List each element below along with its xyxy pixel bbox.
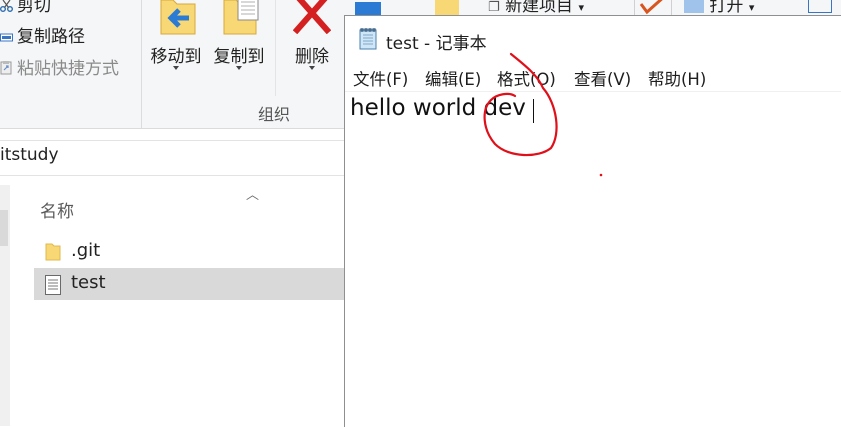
- checkmark-icon: [639, 0, 663, 15]
- window-icon-behind: [355, 2, 381, 15]
- folder-icon: [435, 0, 459, 15]
- select-all-icon[interactable]: [808, 0, 832, 13]
- file-row-git[interactable]: .git: [34, 236, 344, 268]
- red-annotation-circle: [483, 52, 603, 177]
- ribbon-divider: [275, 0, 276, 96]
- open-label: 打开: [709, 0, 744, 16]
- file-name: .git: [71, 240, 101, 261]
- chevron-down-icon: [236, 66, 242, 70]
- copy-path-icon: [0, 28, 13, 42]
- file-row-test[interactable]: test: [34, 268, 344, 300]
- open-button[interactable]: 打开 ▾: [684, 0, 754, 16]
- organize-group-label: 组织: [258, 105, 291, 124]
- paste-shortcut-icon: [0, 60, 13, 75]
- cut-label: 剪切: [17, 0, 51, 16]
- open-icon: [684, 0, 704, 13]
- scissors-icon: [0, 0, 13, 12]
- copy-to-icon: [223, 0, 259, 35]
- file-name: test: [71, 272, 106, 293]
- folder-icon: [45, 243, 61, 261]
- navigation-pane-selection: [0, 210, 8, 246]
- move-to-icon: [160, 0, 196, 35]
- notepad-window[interactable]: test - 记事本 文件(F) 编辑(E) 格式(O) 查看(V) 帮助(H)…: [344, 15, 841, 427]
- copy-to-label: 复制到: [213, 47, 265, 67]
- column-header-name[interactable]: 名称: [40, 197, 74, 222]
- paste-shortcut-label: 粘贴快捷方式: [17, 59, 119, 79]
- chevron-down-icon: ▾: [748, 1, 755, 14]
- chevron-down-icon: ▾: [578, 1, 584, 14]
- new-item-label: 新建项目: [505, 0, 574, 16]
- copy-path-label: 复制路径: [17, 27, 85, 47]
- chevron-down-icon: [173, 66, 179, 70]
- new-item-button[interactable]: ❐ 新建项目 ▾: [488, 0, 584, 16]
- delete-label: 删除: [295, 47, 329, 67]
- sort-ascending-icon: ︿: [246, 188, 260, 203]
- copy-to-button[interactable]: 复制到: [208, 0, 270, 96]
- ribbon-divider: [141, 0, 142, 128]
- copy-path-button[interactable]: 复制路径: [0, 22, 85, 47]
- move-to-button[interactable]: 移动到: [145, 0, 207, 96]
- new-item-icon: ❐: [488, 0, 500, 15]
- address-text[interactable]: itstudy: [0, 145, 59, 165]
- chevron-down-icon: [309, 66, 315, 70]
- move-to-label: 移动到: [150, 47, 202, 67]
- cut-button[interactable]: 剪切: [0, 0, 51, 16]
- properties-button[interactable]: [634, 0, 672, 15]
- delete-button[interactable]: 删除: [282, 0, 342, 96]
- delete-x-icon: [293, 0, 331, 34]
- ribbon-strip-behind: [355, 0, 841, 15]
- text-file-icon: [45, 275, 61, 295]
- paste-shortcut-button[interactable]: 粘贴快捷方式: [0, 54, 119, 79]
